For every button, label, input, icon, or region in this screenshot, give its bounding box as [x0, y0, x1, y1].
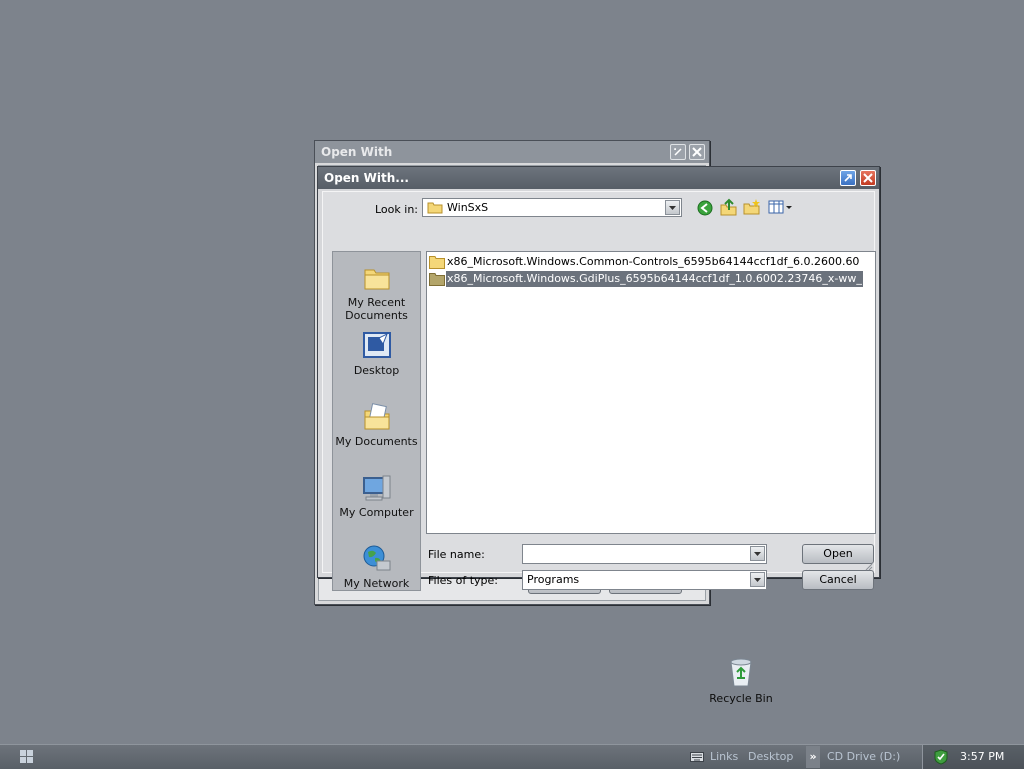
cancel-button[interactable]: Cancel: [802, 570, 874, 590]
place-label: My Documents: [335, 435, 418, 448]
start-button-icon[interactable]: [19, 749, 34, 764]
dialog-titlebar[interactable]: Open With...: [318, 167, 879, 189]
chevron-down-icon[interactable]: [665, 200, 680, 215]
file-name: x86_Microsoft.Windows.Common-Controls_65…: [447, 255, 860, 268]
back-dialog-help-button[interactable]: [670, 144, 686, 160]
place-label: Documents: [345, 309, 408, 322]
file-name: x86_Microsoft.Windows.GdiPlus_6595b64144…: [446, 271, 863, 287]
recycle-bin[interactable]: Recycle Bin: [704, 656, 778, 705]
dialog-body: Look in: WinSxS My Recent Documents Desk…: [322, 191, 876, 591]
place-desktop[interactable]: Desktop: [333, 330, 420, 377]
back-dialog-close-button[interactable]: [689, 144, 705, 160]
file-name-field[interactable]: [522, 544, 767, 564]
recycle-bin-icon: [730, 658, 752, 687]
place-my-computer[interactable]: My Computer: [333, 472, 420, 519]
help-icon: [844, 174, 852, 182]
help-icon: [674, 148, 682, 156]
links-toolbar[interactable]: Links: [710, 745, 738, 769]
cd-drive-toolbar[interactable]: CD Drive (D:): [827, 745, 900, 769]
folder-icon: [429, 256, 445, 269]
place-label: My Network: [343, 577, 410, 590]
my-computer-icon: [362, 475, 390, 501]
recycle-bin-label: Recycle Bin: [709, 692, 773, 705]
back-icon[interactable]: [697, 200, 713, 216]
folder-icon: [429, 273, 445, 286]
look-in-combo[interactable]: WinSxS: [422, 198, 682, 217]
up-folder-icon[interactable]: [720, 198, 738, 216]
dialog-title: Open With...: [324, 171, 409, 185]
open-button[interactable]: Open: [802, 544, 874, 564]
close-button[interactable]: [860, 170, 876, 186]
file-list[interactable]: x86_Microsoft.Windows.Common-Controls_65…: [426, 251, 876, 534]
taskbar: Links Desktop » CD Drive (D:) 3:57 PM: [0, 744, 1024, 769]
desktop-icon: [362, 332, 391, 358]
clock[interactable]: 3:57 PM: [960, 745, 1004, 769]
chevron-down-icon[interactable]: [750, 546, 765, 561]
back-dialog-titlebar[interactable]: Open With: [315, 141, 709, 163]
new-folder-icon[interactable]: [743, 198, 761, 216]
folder-icon: [427, 202, 443, 214]
place-label: My Recent: [347, 296, 406, 309]
place-label: My Computer: [339, 506, 414, 519]
keyboard-icon[interactable]: [690, 751, 704, 763]
file-name-label: File name:: [428, 548, 485, 561]
files-of-type-value: Programs: [527, 573, 580, 586]
files-of-type-select[interactable]: Programs: [522, 570, 767, 590]
my-network-icon: [363, 545, 390, 571]
close-icon: [692, 147, 702, 157]
look-in-value: WinSxS: [447, 201, 489, 214]
recent-documents-icon: [364, 269, 389, 290]
back-dialog-title: Open With: [321, 145, 393, 159]
place-my-documents[interactable]: My Documents: [333, 401, 420, 448]
resize-grip-icon[interactable]: [865, 563, 873, 571]
close-icon: [863, 173, 873, 183]
help-button[interactable]: [840, 170, 856, 186]
look-in-label: Look in:: [375, 203, 418, 216]
places-bar: My Recent Documents Desktop My Documents: [332, 251, 421, 591]
place-my-network[interactable]: My Network: [333, 543, 420, 590]
chevron-down-icon[interactable]: [750, 572, 765, 587]
desktop-toolbar[interactable]: Desktop: [748, 745, 793, 769]
system-tray: 3:57 PM: [922, 745, 1024, 769]
view-menu-icon[interactable]: [768, 200, 792, 214]
toolbar-chevron-button[interactable]: »: [806, 746, 820, 768]
my-documents-icon: [364, 403, 389, 430]
place-my-recent-documents[interactable]: My Recent Documents: [333, 262, 420, 322]
files-of-type-label: Files of type:: [428, 574, 499, 587]
open-with-dialog: Open With... Look in: WinSxS My Recent D…: [317, 166, 880, 591]
security-shield-icon[interactable]: [933, 749, 949, 765]
place-label: Desktop: [353, 364, 400, 377]
